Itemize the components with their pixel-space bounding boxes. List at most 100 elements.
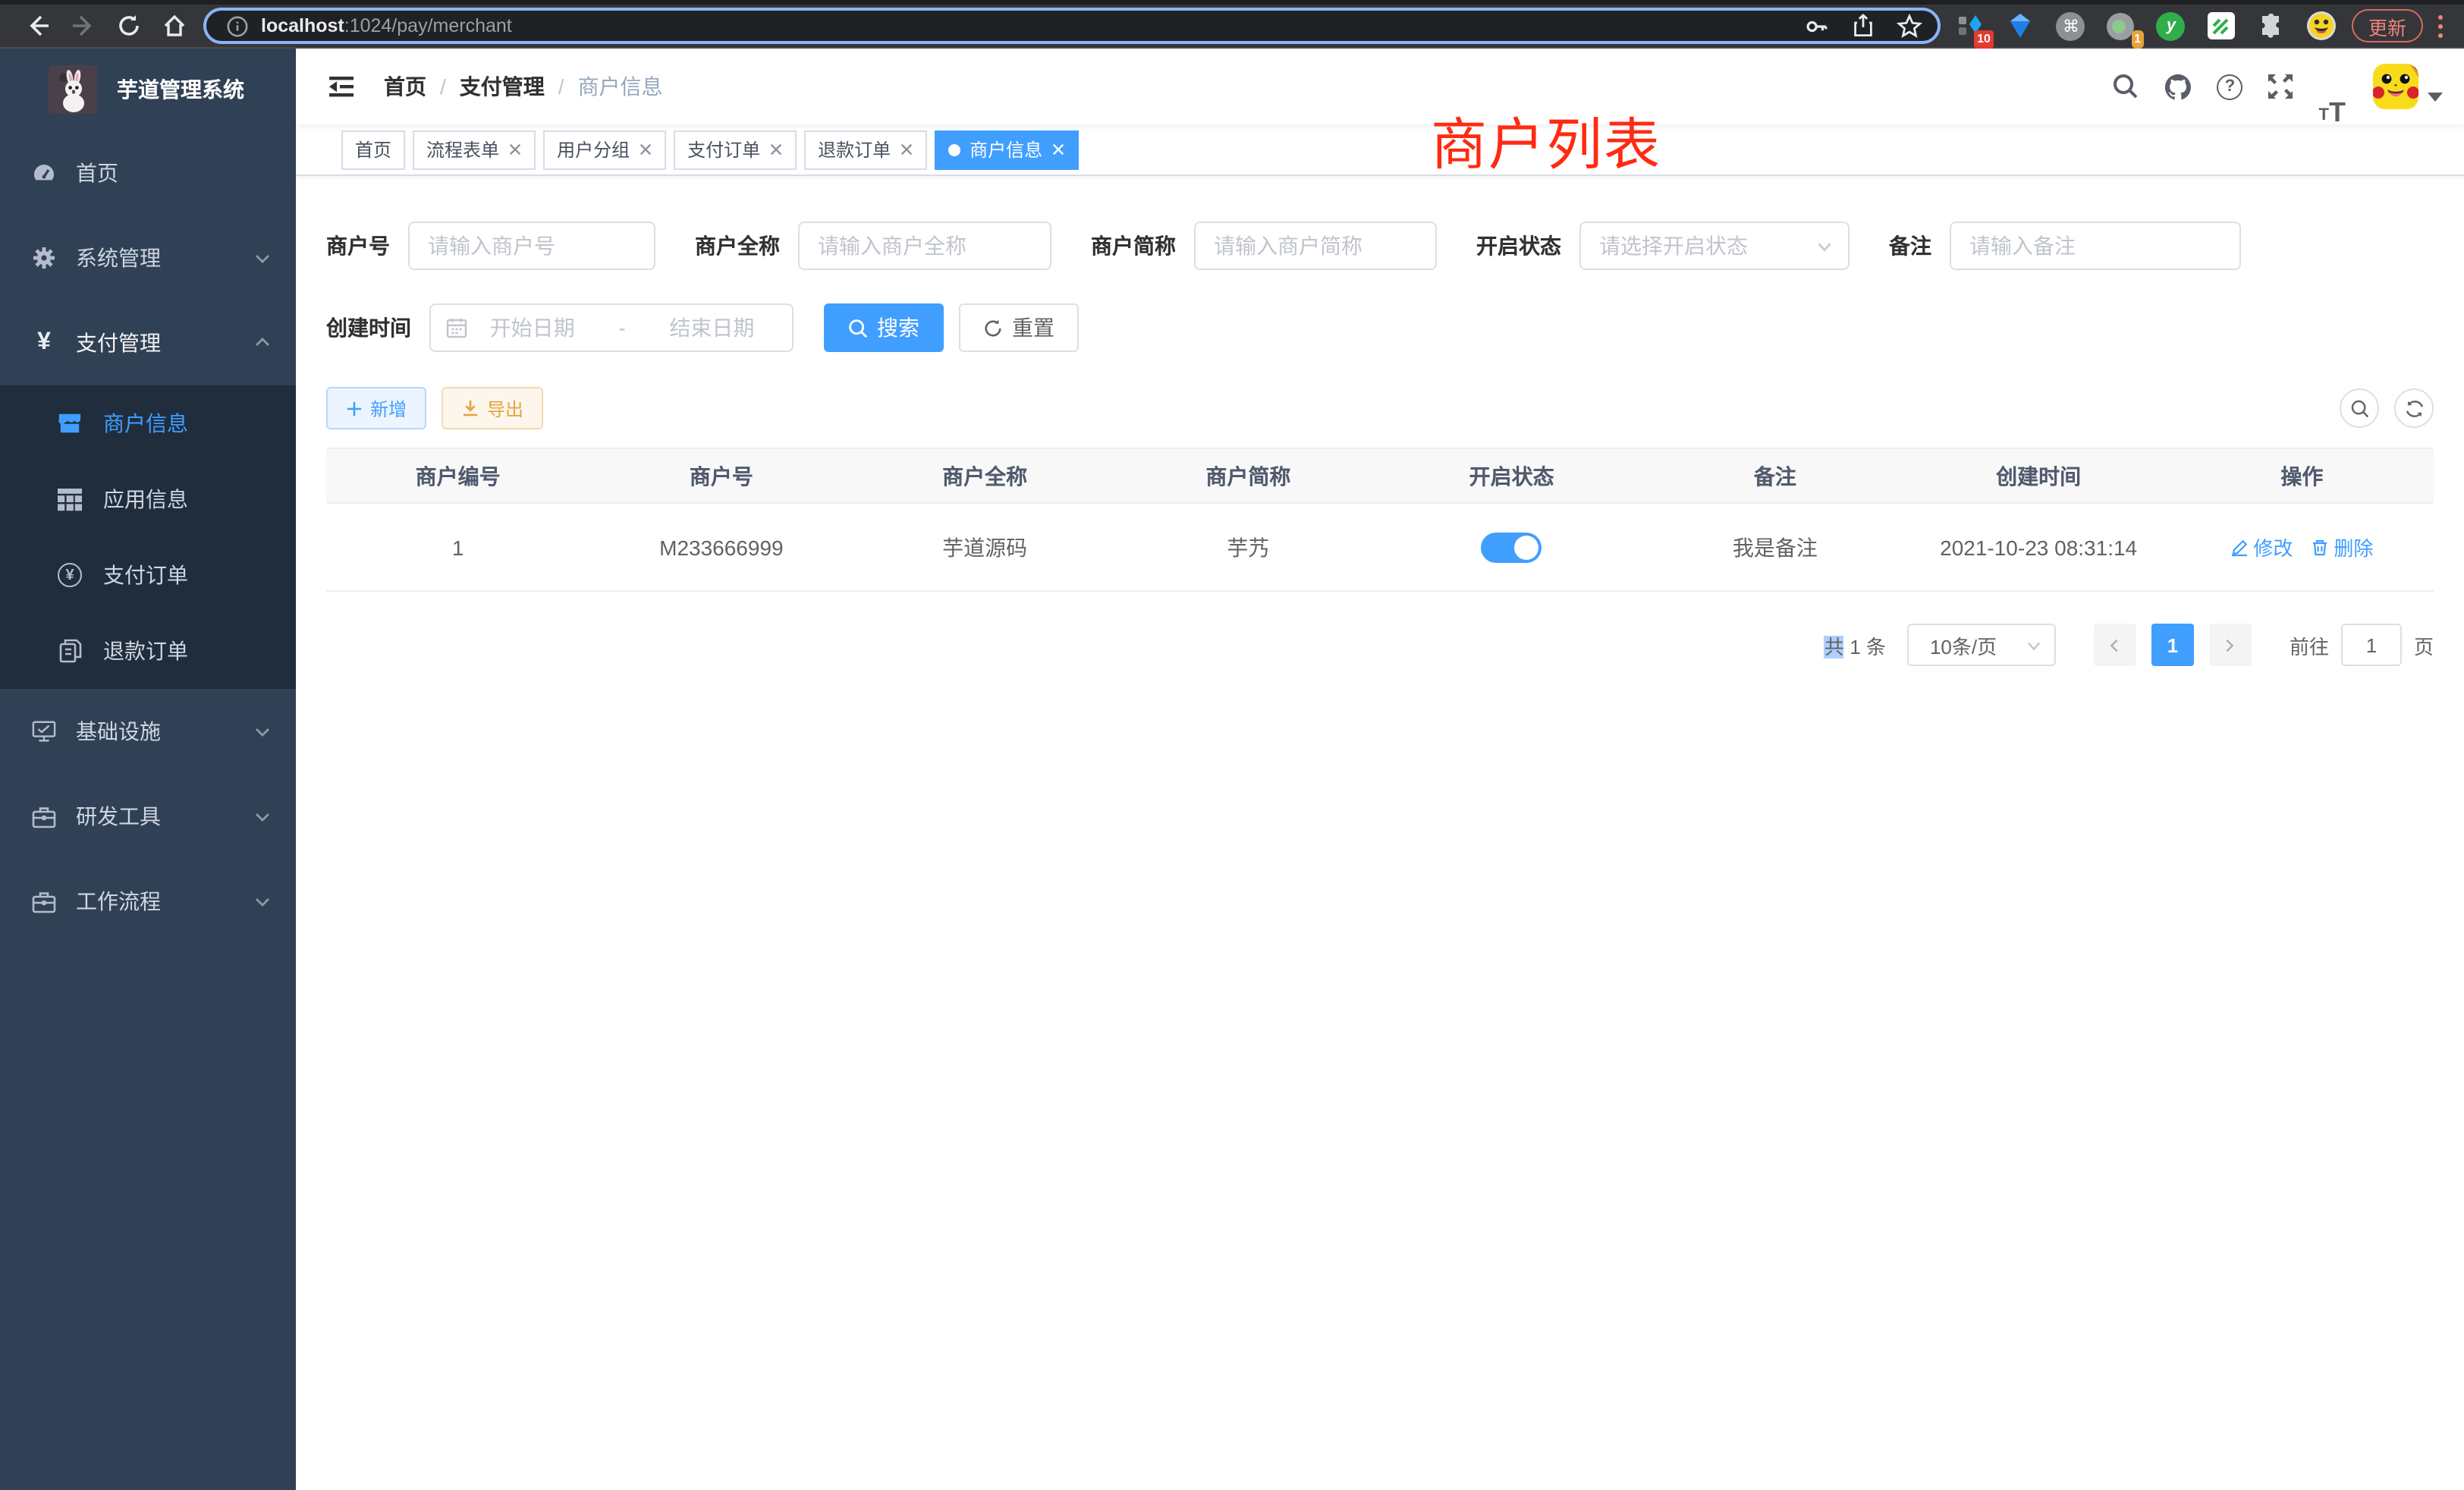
- fullscreen-icon[interactable]: [2255, 49, 2307, 124]
- sidebar-item-infra[interactable]: 基础设施: [0, 689, 296, 774]
- annotation-merchant-list: 商户列表: [1431, 99, 1661, 181]
- sidebar-item-refund-order[interactable]: 退款订单: [0, 613, 296, 689]
- tab-home[interactable]: 首页: [341, 130, 405, 169]
- font-size-big-glyph: T: [2329, 100, 2346, 124]
- sidebar-item-system[interactable]: 系统管理: [0, 215, 296, 300]
- sidebar-item-pay-order[interactable]: ¥ 支付订单: [0, 537, 296, 613]
- avatar-caret-icon[interactable]: [2428, 93, 2443, 102]
- tab-close-icon[interactable]: [900, 143, 913, 156]
- grid-icon: [58, 487, 82, 511]
- sidebar-item-workflow[interactable]: 工作流程: [0, 859, 296, 944]
- create-time-range-picker[interactable]: 开始日期 - 结束日期: [429, 303, 794, 352]
- browser-menu-icon[interactable]: [2432, 14, 2449, 37]
- calendar-icon: [446, 317, 467, 338]
- show-search-toggle-button[interactable]: [2340, 388, 2379, 428]
- chevron-down-icon: [253, 722, 272, 740]
- extension-gem-icon[interactable]: [2006, 11, 2036, 41]
- page-size-select[interactable]: 10条/页: [1907, 624, 2056, 666]
- sidebar-collapse-icon[interactable]: [320, 65, 363, 108]
- reset-button-label: 重置: [1012, 313, 1054, 343]
- extensions-area: 10 ⌘ 1 y: [1956, 11, 2337, 41]
- pagination-total-prefix: 共: [1824, 635, 1844, 658]
- address-bar[interactable]: localhost:1024/pay/merchant: [203, 8, 1941, 44]
- end-date-placeholder: 结束日期: [647, 313, 777, 343]
- extension-badge: 10: [1974, 30, 1994, 49]
- extension-yuque-icon[interactable]: y: [2156, 11, 2186, 41]
- merchant-no-label: 商户号: [326, 231, 390, 261]
- sidebar-item-label: 基础设施: [76, 716, 253, 747]
- pagination: 共 1 条 10条/页 1 前往 页: [326, 624, 2434, 666]
- extension-command-icon[interactable]: ⌘: [2056, 11, 2086, 41]
- next-page-button[interactable]: [2209, 624, 2252, 666]
- tab-label: 流程表单: [426, 137, 499, 162]
- share-icon[interactable]: [1851, 14, 1875, 38]
- tab-refund-order[interactable]: 退款订单: [804, 130, 927, 169]
- breadcrumb-home[interactable]: 首页: [384, 71, 426, 102]
- cell-create-time: 2021-10-23 08:31:14: [1907, 535, 2170, 559]
- sidebar-item-label: 研发工具: [76, 801, 253, 831]
- sidebar-item-home[interactable]: 首页: [0, 130, 296, 215]
- browser-reload-button[interactable]: [106, 6, 152, 46]
- search-form-row-1: 商户号 商户全称 商户简称 开启状态 请选择开启状态: [326, 222, 2434, 270]
- yuque-glyph: y: [2157, 11, 2186, 40]
- sidebar-item-app-info[interactable]: 应用信息: [0, 461, 296, 537]
- breadcrumb-separator: /: [440, 74, 446, 99]
- tab-close-icon[interactable]: [1051, 143, 1065, 156]
- prev-page-button[interactable]: [2094, 624, 2136, 666]
- goto-page-input[interactable]: [2341, 624, 2402, 666]
- extension-emoji-icon[interactable]: [2306, 11, 2337, 41]
- browser-update-button[interactable]: 更新: [2352, 9, 2423, 42]
- extension-sidebar-icon[interactable]: 10: [1956, 11, 1986, 41]
- browser-forward-button[interactable]: [61, 6, 106, 46]
- extensions-puzzle-icon[interactable]: [2256, 11, 2286, 41]
- tab-pay-order[interactable]: 支付订单: [674, 130, 797, 169]
- tab-close-icon[interactable]: [769, 143, 783, 156]
- breadcrumb-pay[interactable]: 支付管理: [460, 71, 545, 102]
- chevron-down-icon: [2026, 637, 2042, 653]
- tab-close-icon[interactable]: [639, 143, 652, 156]
- extension-recorder-icon[interactable]: 1: [2106, 11, 2136, 41]
- status-select[interactable]: 请选择开启状态: [1579, 222, 1850, 270]
- update-label: 更新: [2368, 11, 2406, 40]
- browser-home-button[interactable]: [152, 6, 197, 46]
- remark-input[interactable]: [1950, 222, 2241, 270]
- merchant-no-input[interactable]: [408, 222, 655, 270]
- password-key-icon[interactable]: [1804, 13, 1830, 39]
- edit-link[interactable]: 修改: [2230, 533, 2293, 561]
- dashboard-icon: [32, 161, 56, 185]
- goto-label: 前往: [2290, 630, 2329, 659]
- user-avatar[interactable]: [2373, 64, 2418, 109]
- sidebar-item-label: 支付管理: [76, 328, 253, 358]
- search-button[interactable]: 搜索: [824, 303, 944, 352]
- delete-link[interactable]: 删除: [2311, 533, 2373, 561]
- sidebar-item-devtools[interactable]: 研发工具: [0, 774, 296, 859]
- sidebar-item-merchant-info[interactable]: 商户信息: [0, 385, 296, 461]
- font-size-icon[interactable]: TT: [2307, 49, 2358, 124]
- page-number-button[interactable]: 1: [2151, 624, 2194, 666]
- tab-process-form[interactable]: 流程表单: [413, 130, 536, 169]
- pagination-total: 共 1 条: [1824, 630, 1886, 659]
- sidebar-item-pay[interactable]: ¥ 支付管理: [0, 300, 296, 385]
- merchant-fullname-label: 商户全称: [695, 231, 780, 261]
- reset-button[interactable]: 重置: [959, 303, 1079, 352]
- bookmark-star-icon[interactable]: [1897, 13, 1922, 39]
- site-info-icon[interactable]: [222, 14, 252, 37]
- browser-back-button[interactable]: [15, 6, 61, 46]
- tab-merchant-info-active[interactable]: 商户信息: [935, 130, 1079, 169]
- app-logo-row[interactable]: 芋道管理系统: [0, 49, 296, 130]
- status-toggle[interactable]: [1482, 532, 1542, 562]
- add-button[interactable]: 新增: [326, 387, 426, 429]
- status-select-placeholder: 请选择开启状态: [1599, 231, 1816, 261]
- github-icon[interactable]: [2152, 49, 2205, 124]
- header-search-icon[interactable]: [2101, 49, 2152, 124]
- refresh-table-button[interactable]: [2394, 388, 2434, 428]
- tab-close-icon[interactable]: [508, 143, 522, 156]
- merchant-fullname-input[interactable]: [798, 222, 1051, 270]
- merchant-shortname-input[interactable]: [1194, 222, 1437, 270]
- help-icon[interactable]: ?: [2205, 49, 2255, 124]
- monitor-icon: [32, 719, 56, 743]
- tab-user-group[interactable]: 用户分组: [543, 130, 666, 169]
- export-button[interactable]: 导出: [442, 387, 543, 429]
- column-header: 商户编号: [326, 461, 589, 491]
- extension-notes-icon[interactable]: [2206, 11, 2236, 41]
